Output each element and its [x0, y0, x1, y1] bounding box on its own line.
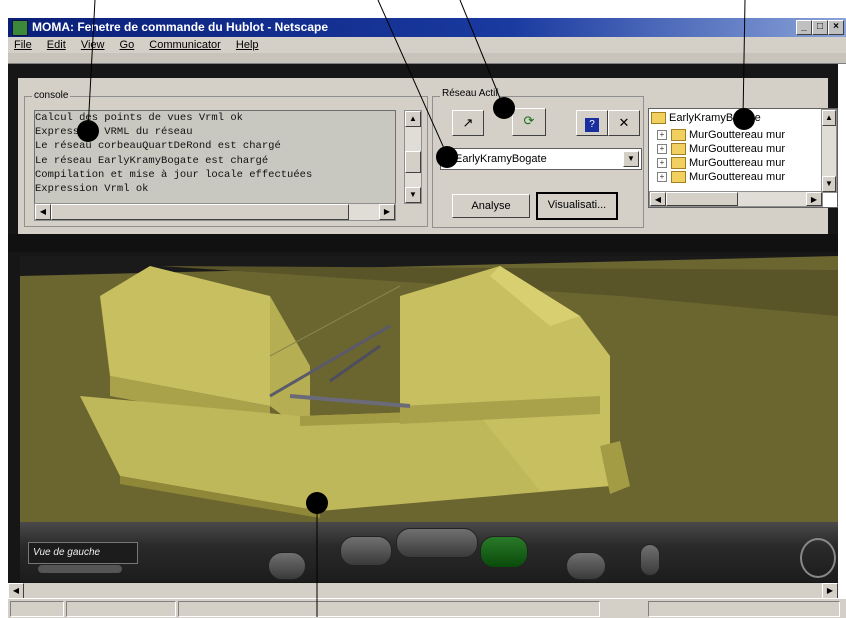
- annotation-marker: [436, 146, 458, 168]
- annotation-marker: [306, 492, 328, 514]
- annotation-leaders: [87, 0, 746, 617]
- annotation-marker: [733, 108, 755, 130]
- annotation-marker: [493, 97, 515, 119]
- annotation-marker: [77, 120, 99, 142]
